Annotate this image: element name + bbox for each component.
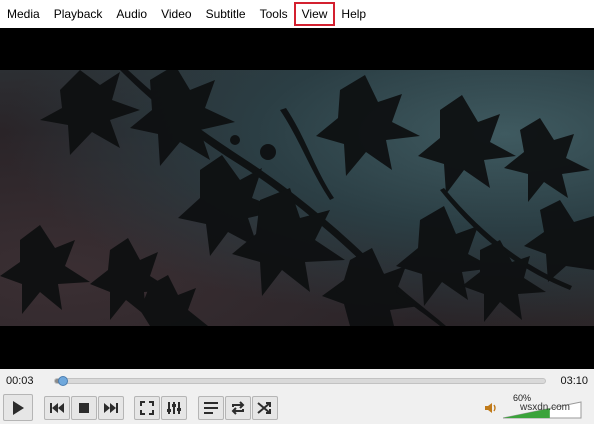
playlist-icon — [204, 402, 218, 414]
play-button[interactable] — [3, 394, 33, 421]
menu-help[interactable]: Help — [334, 3, 373, 25]
menu-video[interactable]: Video — [154, 3, 198, 25]
shuffle-icon — [257, 402, 271, 414]
control-bar: 60% wsxdn.com — [0, 393, 594, 424]
elapsed-time: 00:03 — [6, 375, 34, 387]
fullscreen-icon — [140, 401, 154, 415]
menu-subtitle[interactable]: Subtitle — [199, 3, 253, 25]
fullscreen-button[interactable] — [134, 396, 160, 420]
watermark-text: wsxdn.com — [520, 402, 571, 413]
seek-bar-row: 00:03 03:10 — [0, 369, 594, 393]
video-display[interactable] — [0, 28, 594, 369]
speaker-icon[interactable] — [484, 401, 498, 415]
seek-slider[interactable] — [54, 376, 546, 386]
total-time: 03:10 — [560, 375, 588, 387]
playlist-button[interactable] — [198, 396, 224, 420]
loop-icon — [231, 401, 245, 415]
stop-button[interactable] — [71, 396, 97, 420]
extended-settings-button[interactable] — [161, 396, 187, 420]
video-frame — [0, 70, 594, 326]
sliders-icon — [167, 402, 181, 414]
menu-bar: Media Playback Audio Video Subtitle Tool… — [0, 0, 594, 28]
menu-tools[interactable]: Tools — [253, 3, 295, 25]
menu-playback[interactable]: Playback — [47, 3, 110, 25]
play-icon — [13, 400, 24, 415]
seek-handle[interactable] — [57, 376, 68, 386]
leaf-silhouettes — [0, 70, 594, 326]
menu-audio[interactable]: Audio — [109, 3, 154, 25]
previous-button[interactable] — [44, 396, 70, 420]
menu-media[interactable]: Media — [0, 3, 47, 25]
previous-icon — [50, 403, 64, 413]
next-button[interactable] — [98, 396, 124, 420]
random-button[interactable] — [252, 396, 278, 420]
stop-icon — [79, 403, 89, 413]
next-icon — [104, 403, 118, 413]
volume-slider[interactable]: 60% wsxdn.com — [503, 393, 583, 419]
loop-button[interactable] — [225, 396, 251, 420]
menu-view[interactable]: View — [293, 2, 336, 26]
